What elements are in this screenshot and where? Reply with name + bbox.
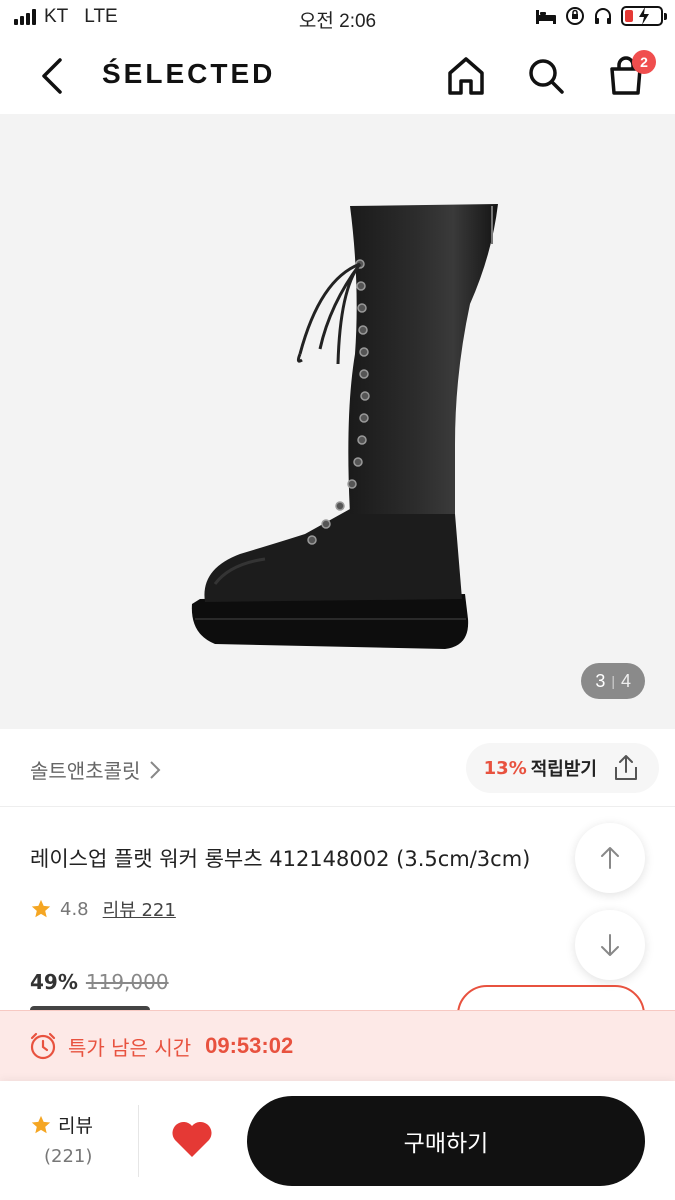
battery-icon bbox=[621, 6, 667, 26]
brand-row: 솔트앤초콜릿 13% 적립받기 bbox=[0, 729, 675, 807]
rating-score: 4.8 bbox=[60, 898, 89, 920]
search-icon bbox=[529, 59, 564, 94]
home-icon bbox=[448, 57, 484, 95]
deal-timer-banner: 특가 남은 시간 09:53:02 bbox=[0, 1010, 675, 1081]
price-row: 49% 119,000 bbox=[30, 970, 169, 994]
brand-name: 솔트앤초콜릿 bbox=[30, 759, 141, 783]
product-rating: 4.8 리뷰 221 bbox=[30, 896, 176, 922]
status-bar: KT LTE 오전 2:06 bbox=[0, 0, 675, 40]
cart-count-badge: 2 bbox=[632, 50, 656, 74]
search-button[interactable] bbox=[524, 54, 568, 98]
timer-label: 특가 남은 시간 bbox=[68, 1035, 192, 1060]
cart-button[interactable]: 2 bbox=[604, 50, 656, 98]
product-image-gallery[interactable]: 3 | 4 bbox=[0, 114, 675, 729]
bottom-action-bar: 리뷰 (221) 구매하기 bbox=[0, 1081, 675, 1200]
heart-icon bbox=[172, 1121, 212, 1157]
points-label: 적립받기 bbox=[530, 759, 597, 780]
buy-button[interactable]: 구매하기 bbox=[247, 1096, 645, 1186]
headphones-icon bbox=[595, 8, 611, 24]
brand-link[interactable]: 솔트앤초콜릿 bbox=[30, 755, 162, 784]
product-title: 레이스업 플랫 워커 롱부츠 412148002 (3.5cm/3cm) bbox=[30, 847, 531, 871]
gallery-total: 4 bbox=[620, 670, 631, 691]
scroll-top-button[interactable] bbox=[575, 823, 645, 893]
product-boot-image bbox=[191, 204, 498, 649]
brand-logo[interactable]: ŚELECTED bbox=[102, 58, 275, 90]
points-percent: 13% bbox=[483, 757, 527, 779]
discount-rate: 49% bbox=[30, 970, 78, 994]
bed-icon bbox=[536, 10, 556, 24]
bottom-review-button[interactable]: 리뷰 (221) bbox=[30, 1111, 110, 1167]
wishlist-button[interactable] bbox=[170, 1119, 214, 1163]
bottom-review-label: 리뷰 bbox=[58, 1115, 93, 1137]
gallery-separator: | bbox=[611, 673, 615, 689]
original-price: 119,000 bbox=[85, 970, 169, 994]
clock-icon bbox=[30, 1032, 56, 1060]
arrow-down-icon bbox=[601, 934, 619, 956]
gallery-current: 3 bbox=[595, 670, 606, 691]
star-icon bbox=[31, 899, 51, 918]
review-link[interactable]: 리뷰 221 bbox=[103, 896, 176, 922]
chevron-left-icon bbox=[42, 58, 62, 94]
share-icon[interactable] bbox=[611, 753, 641, 783]
scroll-bottom-button[interactable] bbox=[575, 910, 645, 980]
home-button[interactable] bbox=[444, 54, 488, 98]
divider bbox=[138, 1105, 139, 1177]
points-share-pill[interactable]: 13% 적립받기 bbox=[465, 743, 659, 793]
back-button[interactable] bbox=[34, 56, 74, 96]
orientation-lock-icon bbox=[566, 7, 584, 25]
star-icon bbox=[31, 1115, 51, 1133]
chevron-right-icon bbox=[150, 760, 161, 779]
timer-countdown: 09:53:02 bbox=[205, 1033, 294, 1058]
arrow-up-icon bbox=[601, 847, 619, 869]
gallery-page-indicator: 3 | 4 bbox=[581, 663, 645, 699]
app-header: ŚELECTED 2 bbox=[0, 40, 675, 112]
bottom-review-count: (221) bbox=[44, 1146, 93, 1167]
